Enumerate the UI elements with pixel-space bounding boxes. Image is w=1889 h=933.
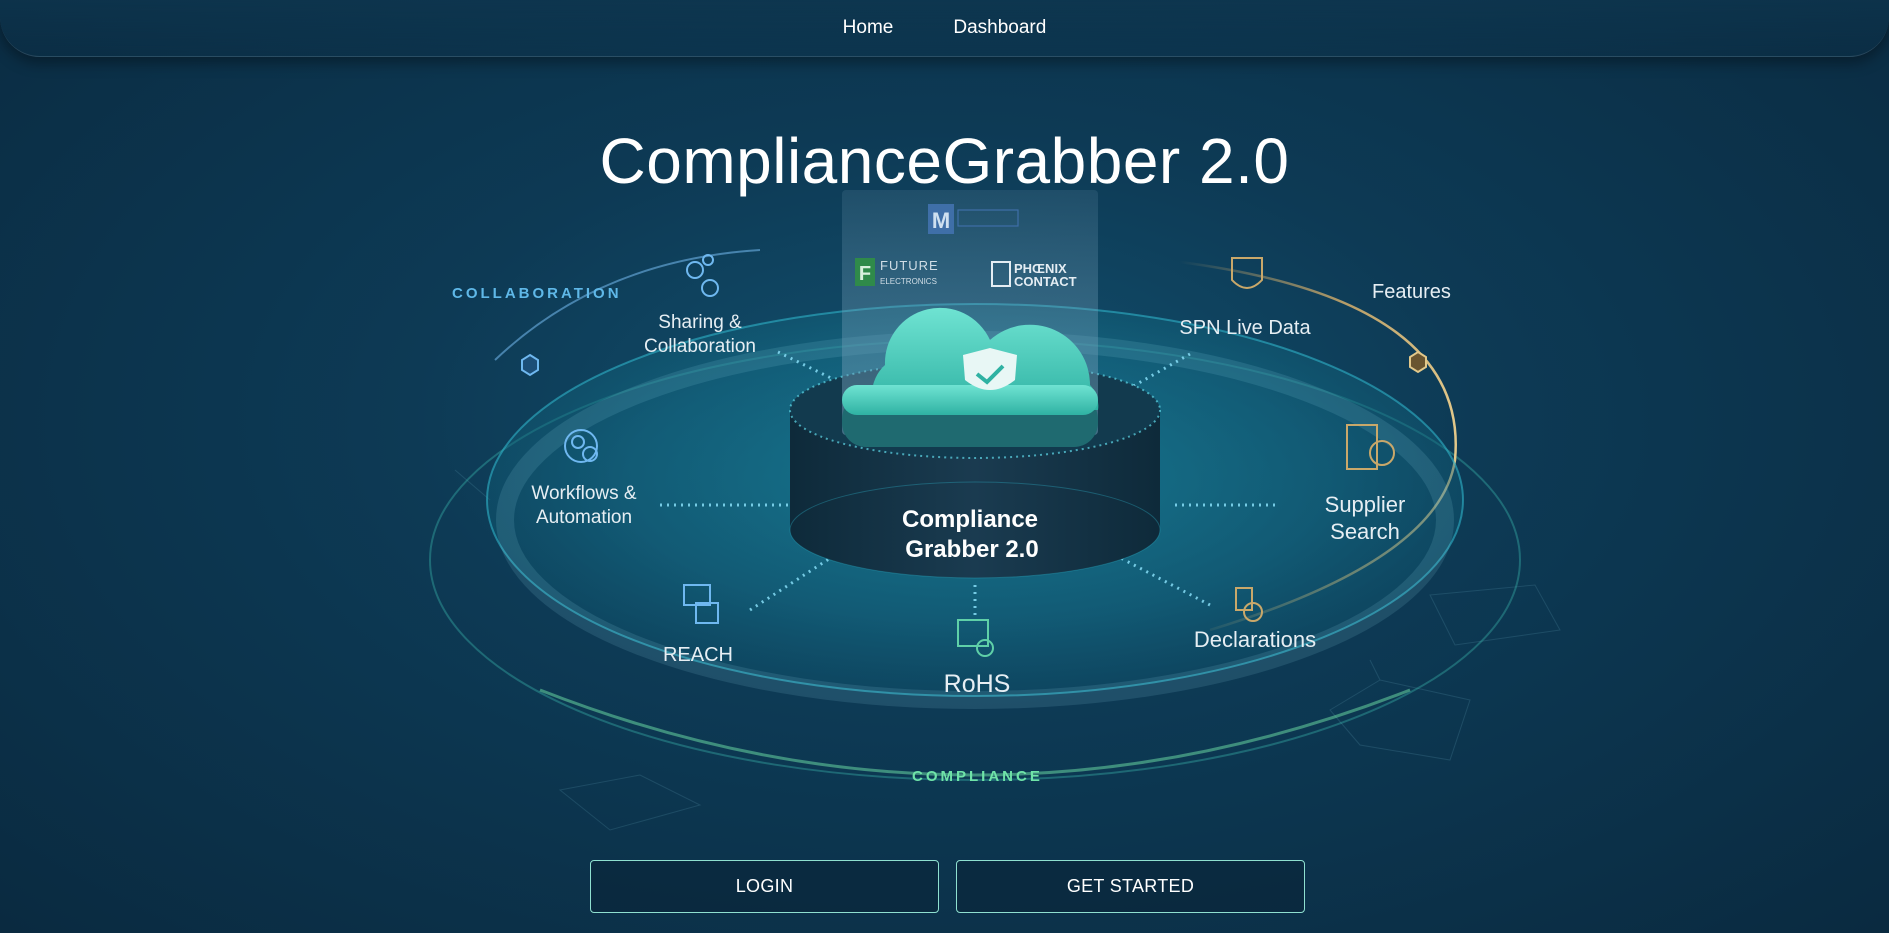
svg-text:FUTURE: FUTURE xyxy=(880,258,939,273)
feature-sharing: Sharing & Collaboration xyxy=(644,254,756,357)
compliance-ring-label: COMPLIANCE xyxy=(912,768,1043,785)
svg-text:RoHS: RoHS xyxy=(944,670,1011,698)
svg-text:CONTACT: CONTACT xyxy=(1014,274,1077,289)
get-started-button[interactable]: GET STARTED xyxy=(956,860,1305,913)
svg-text:ELECTRONICS: ELECTRONICS xyxy=(880,277,937,286)
svg-text:REACH: REACH xyxy=(663,644,733,666)
svg-text:Automation: Automation xyxy=(536,507,632,528)
page-title: ComplianceGrabber 2.0 xyxy=(599,125,1290,197)
hub-label-line2: Grabber 2.0 xyxy=(905,536,1038,563)
svg-text:Search: Search xyxy=(1330,519,1400,544)
svg-text:Supplier: Supplier xyxy=(1325,492,1406,517)
login-button[interactable]: LOGIN xyxy=(590,860,939,913)
ring-node-left xyxy=(521,353,539,377)
features-ring-label: Features xyxy=(1372,281,1451,303)
svg-text:F: F xyxy=(859,263,871,285)
ring-node-right xyxy=(1409,350,1427,374)
feature-spn-live-data: SPN Live Data xyxy=(1179,257,1311,339)
collaboration-ring-label: COLLABORATION xyxy=(452,285,622,302)
svg-text:Workflows &: Workflows & xyxy=(531,483,637,504)
svg-text:Sharing &: Sharing & xyxy=(658,312,742,333)
hub-label-line1: Compliance xyxy=(902,506,1038,533)
svg-text:Collaboration: Collaboration xyxy=(644,336,756,357)
svg-text:M: M xyxy=(932,208,950,233)
svg-text:SPN Live Data: SPN Live Data xyxy=(1179,317,1311,339)
sharing-icon xyxy=(686,254,719,297)
svg-text:Declarations: Declarations xyxy=(1194,627,1316,652)
